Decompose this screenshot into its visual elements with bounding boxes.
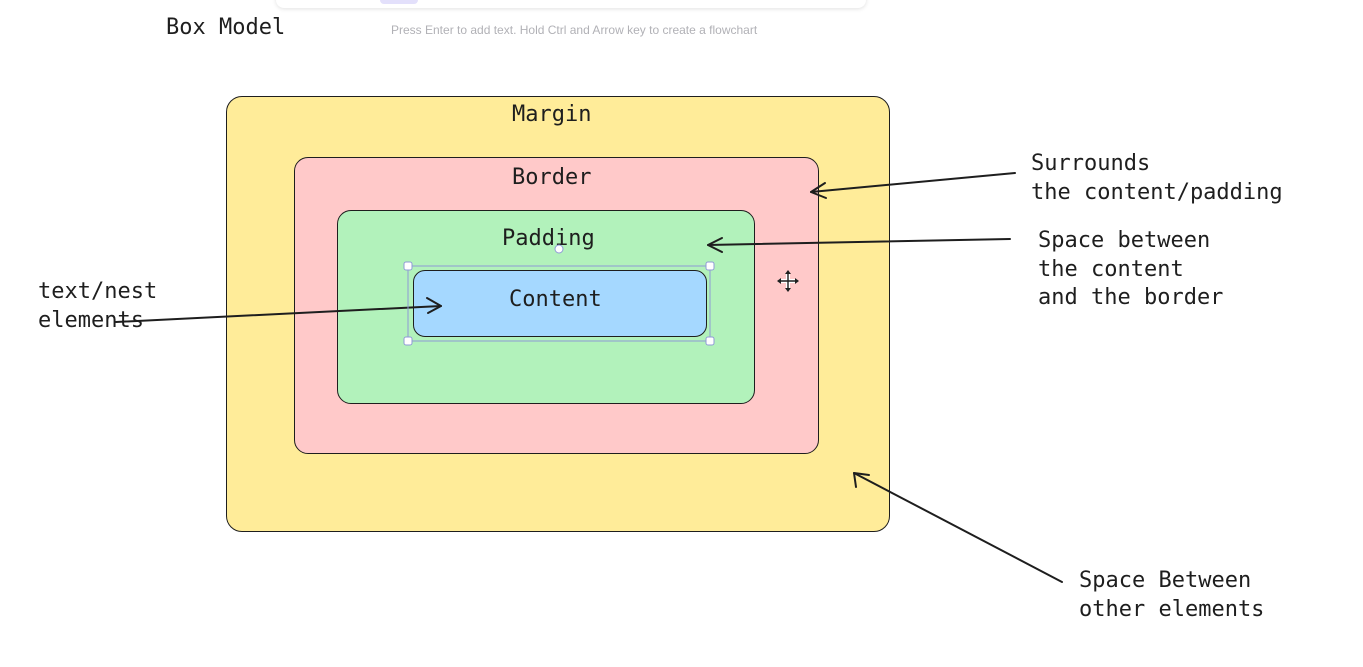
top-toolbar[interactable] bbox=[276, 0, 866, 8]
border-label[interactable]: Border bbox=[512, 164, 591, 193]
border-annotation[interactable]: Surrounds the content/padding bbox=[1031, 150, 1283, 207]
toolbar-active-tool[interactable] bbox=[380, 0, 418, 4]
diagram-title[interactable]: Box Model bbox=[166, 14, 285, 43]
content-label[interactable]: Content bbox=[509, 286, 602, 315]
padding-label[interactable]: Padding bbox=[502, 225, 595, 254]
padding-annotation[interactable]: Space between the content and the border bbox=[1038, 227, 1223, 313]
canvas-hint: Press Enter to add text. Hold Ctrl and A… bbox=[391, 23, 758, 37]
margin-label[interactable]: Margin bbox=[512, 101, 591, 130]
content-annotation[interactable]: text/nest elements bbox=[38, 278, 157, 335]
margin-annotation[interactable]: Space Between other elements bbox=[1079, 567, 1264, 624]
